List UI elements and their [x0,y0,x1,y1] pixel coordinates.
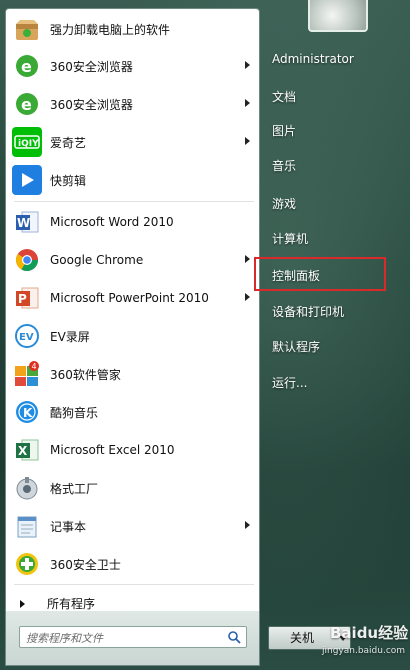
program-label: 酷狗音乐 [50,405,99,420]
expand-arrow-icon [20,599,25,608]
all-programs-button[interactable]: 所有程序 [20,595,95,612]
watermark-logo: Baidu经验 [330,624,409,642]
program-item-iqiyi[interactable]: iQIY 爱奇艺 [10,124,256,160]
highlight-box [254,257,386,291]
svg-text:W: W [17,216,30,230]
submenu-arrow-icon[interactable] [245,521,250,529]
svg-text:X: X [18,444,28,458]
quick-clip-icon [12,165,42,195]
program-label: 360安全浏览器 [50,59,133,74]
separator [14,201,254,202]
program-item-powerpoint[interactable]: P Microsoft PowerPoint 2010 [10,280,256,316]
kugou-icon: K [12,397,42,427]
program-item-uninstaller[interactable]: 强力卸载电脑上的软件 [10,11,256,47]
svg-text:K: K [23,406,33,420]
separator [14,584,254,585]
program-item-word[interactable]: W Microsoft Word 2010 [10,204,256,240]
search-area: 搜索程序和文件 [5,611,260,666]
program-item-360-browser[interactable]: e 360安全浏览器 [10,48,256,84]
submenu-arrow-icon[interactable] [245,61,250,69]
submenu-arrow-icon[interactable] [245,255,250,263]
right-item-devices-printers[interactable]: 设备和打印机 [272,303,344,320]
program-label: Microsoft PowerPoint 2010 [50,291,209,305]
360-browser-icon: e [12,89,42,119]
program-label: 360安全浏览器 [50,97,133,112]
watermark-url: jingyan.baidu.com [322,646,406,656]
right-item-music[interactable]: 音乐 [272,157,296,174]
right-item-pictures[interactable]: 图片 [272,122,296,139]
program-label: 360安全卫士 [50,557,121,572]
uninstall-box-icon [12,14,42,44]
submenu-arrow-icon[interactable] [245,99,250,107]
program-label: Google Chrome [50,253,144,267]
program-label: 快剪辑 [50,173,87,188]
program-item-kugou[interactable]: K 酷狗音乐 [10,394,256,430]
svg-text:EV: EV [19,332,34,343]
program-label: 强力卸载电脑上的软件 [50,22,171,37]
program-label: Microsoft Excel 2010 [50,443,175,457]
right-item-computer[interactable]: 计算机 [272,230,308,247]
program-item-excel[interactable]: X Microsoft Excel 2010 [10,432,256,468]
program-label: 360软件管家 [50,367,121,382]
powerpoint-icon: P [12,283,42,313]
program-label: EV录屏 [50,329,90,344]
program-item-360-software-manager[interactable]: 4 360软件管家 [10,356,256,392]
program-item-ev-recorder[interactable]: EV EV录屏 [10,318,256,354]
svg-text:e: e [21,95,32,114]
programs-panel: 强力卸载电脑上的软件 e 360安全浏览器 e 360安全浏览器 iQIY 爱奇… [5,8,260,612]
program-label: 爱奇艺 [50,135,87,150]
notepad-icon [12,511,42,541]
word-icon: W [12,207,42,237]
360-browser-icon: e [12,51,42,81]
right-item-games[interactable]: 游戏 [272,195,296,212]
chrome-icon [12,245,42,275]
right-item-run[interactable]: 运行... [272,374,307,391]
program-label: 格式工厂 [50,481,99,496]
program-item-chrome[interactable]: Google Chrome [10,242,256,278]
right-item-default-programs[interactable]: 默认程序 [272,338,320,355]
all-programs-label: 所有程序 [47,597,96,611]
submenu-arrow-icon[interactable] [245,293,250,301]
program-item-notepad[interactable]: 记事本 [10,508,256,544]
search-placeholder: 搜索程序和文件 [26,632,103,645]
program-item-360-browser-2[interactable]: e 360安全浏览器 [10,86,256,122]
search-icon[interactable] [227,630,241,644]
svg-text:4: 4 [32,362,37,371]
360-software-manager-icon: 4 [12,359,42,389]
svg-text:e: e [21,57,32,76]
program-item-format-factory[interactable]: 格式工厂 [10,470,256,506]
program-label: 记事本 [50,519,87,534]
program-item-360-security[interactable]: 360安全卫士 [10,546,256,582]
program-label: Microsoft Word 2010 [50,215,174,229]
svg-text:iQIY: iQIY [18,139,39,149]
excel-icon: X [12,435,42,465]
user-avatar[interactable] [308,0,368,32]
right-item-administrator[interactable]: Administrator [272,52,354,66]
submenu-arrow-icon[interactable] [245,137,250,145]
program-item-quick-clip[interactable]: 快剪辑 [10,162,256,198]
format-factory-icon [12,473,42,503]
ev-recorder-icon: EV [12,321,42,351]
search-input[interactable]: 搜索程序和文件 [19,626,247,648]
iqiyi-icon: iQIY [12,127,42,157]
360-security-icon [12,549,42,579]
right-item-documents[interactable]: 文档 [272,88,296,105]
svg-text:P: P [18,292,27,306]
